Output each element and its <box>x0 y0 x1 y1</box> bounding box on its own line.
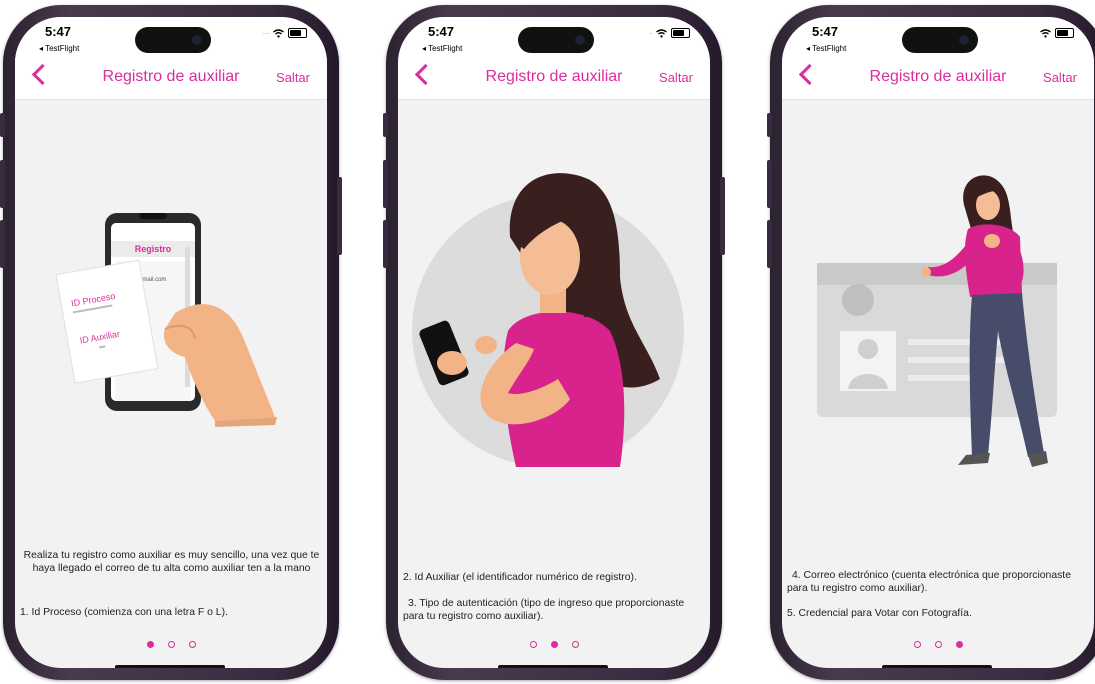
page-indicator[interactable] <box>15 641 327 648</box>
back-to-testflight-link[interactable]: ◂ TestFlight <box>806 44 846 53</box>
instruction-item-3: 3. Tipo de autenticación (tipo de ingres… <box>403 598 685 622</box>
dynamic-island <box>902 27 978 53</box>
instruction-item-4: 4. Correo electrónico (cuenta electrónic… <box>787 570 1071 594</box>
screen-1: 5:47 ◂ TestFlight ···· Registro de auxil… <box>15 17 327 668</box>
back-to-testflight-link[interactable]: ◂ TestFlight <box>422 44 462 53</box>
status-bar: 5:47 ◂ TestFlight ·· <box>398 17 710 55</box>
dynamic-island <box>518 27 594 53</box>
page-dot-3[interactable] <box>955 641 963 648</box>
battery-icon <box>288 28 307 38</box>
battery-icon <box>671 28 690 38</box>
page-indicator[interactable] <box>398 641 710 648</box>
instruction-item-5: 5. Credencial para Votar con Fotografía. <box>787 608 972 619</box>
status-time: 5:47 <box>812 24 839 39</box>
page-dot-1[interactable] <box>146 641 154 648</box>
status-bar: 5:47 ◂ TestFlight <box>782 17 1094 55</box>
instruction-item-2: 2. Id Auxiliar (el identificador numéric… <box>403 572 637 583</box>
nav-bar: Registro de auxiliar Saltar <box>15 55 327 100</box>
battery-icon <box>1055 28 1074 38</box>
skip-button[interactable]: Saltar <box>659 70 693 85</box>
page-dot-2[interactable] <box>550 641 558 648</box>
illus-registro-label: Registro <box>135 244 172 254</box>
signal-icon: ···· <box>262 28 270 38</box>
back-to-testflight-link[interactable]: ◂ TestFlight <box>39 44 79 53</box>
screen-3: 5:47 ◂ TestFlight Registro de auxiliar S… <box>782 17 1094 668</box>
phone-frame-2: 5:47 ◂ TestFlight ·· Registro de auxilia… <box>383 5 725 680</box>
status-bar: 5:47 ◂ TestFlight ···· <box>15 17 327 55</box>
home-indicator[interactable] <box>498 665 608 668</box>
phone-frame-3: 5:47 ◂ TestFlight Registro de auxiliar S… <box>767 5 1095 680</box>
status-time: 5:47 <box>45 24 72 39</box>
nav-bar: Registro de auxiliar Saltar <box>782 55 1094 100</box>
page-dot-2[interactable] <box>167 641 175 648</box>
status-icons: ···· <box>262 28 307 38</box>
page-dot-2[interactable] <box>934 641 942 648</box>
wifi-icon <box>656 28 667 38</box>
page-dot-1[interactable] <box>529 641 537 648</box>
illustration-woman-with-id-card <box>817 175 1057 467</box>
instruction-item-1: 1. Id Proceso (comienza con una letra F … <box>20 607 228 618</box>
screen-2: 5:47 ◂ TestFlight ·· Registro de auxilia… <box>398 17 710 668</box>
page-dot-1[interactable] <box>913 641 921 648</box>
skip-button[interactable]: Saltar <box>276 70 310 85</box>
skip-button[interactable]: Saltar <box>1043 70 1077 85</box>
page-dot-3[interactable] <box>571 641 579 648</box>
page-dot-3[interactable] <box>188 641 196 648</box>
status-time: 5:47 <box>428 24 455 39</box>
page-indicator[interactable] <box>782 641 1094 648</box>
phone-frame-1: 5:47 ◂ TestFlight ···· Registro de auxil… <box>0 5 342 680</box>
home-indicator[interactable] <box>115 665 225 668</box>
home-indicator[interactable] <box>882 665 992 668</box>
intro-paragraph: Realiza tu registro como auxiliar es muy… <box>23 550 320 574</box>
dynamic-island <box>135 27 211 53</box>
wifi-icon <box>1040 28 1051 38</box>
illustration-woman-with-phone <box>412 173 684 467</box>
status-icons <box>1040 28 1074 38</box>
wifi-icon <box>273 28 284 38</box>
status-icons: ·· <box>649 28 690 38</box>
signal-icon: ·· <box>648 28 653 38</box>
illustration-registration-phone: Registro @gmail.com ID Proceso ID Auxili… <box>55 213 277 427</box>
nav-bar: Registro de auxiliar Saltar <box>398 55 710 100</box>
